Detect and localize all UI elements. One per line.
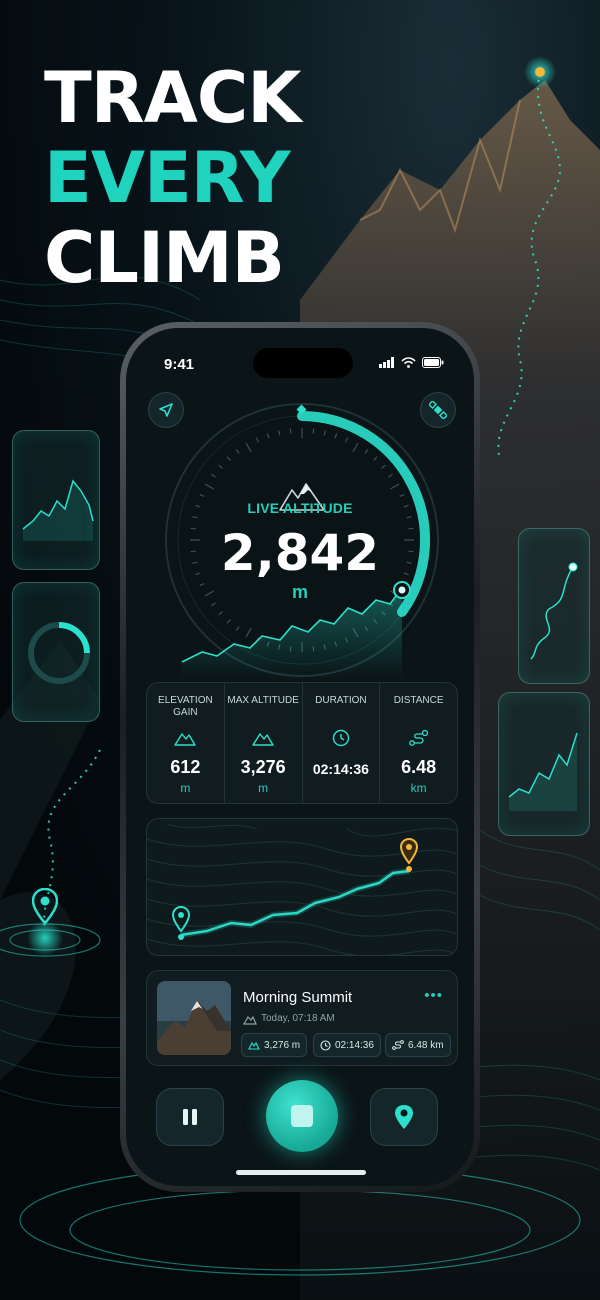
chip-duration: 02:14:36 [313,1033,381,1057]
altitude-label: LIVE ALTITUDE [247,500,353,516]
route-map[interactable] [146,818,458,956]
headline-line-2: EVERY [44,137,291,219]
stat-unit: m [258,781,269,795]
stat-value: 6.48 [401,757,437,777]
route-icon [408,729,428,746]
app-screen: 9:41 LIVE ALTITUDE 2,842 m ELEVATION GAI… [126,328,474,1186]
floating-elevation-card [498,692,590,836]
stat-title: MAX ALTITUDE [227,695,299,706]
stat-unit: m [180,781,191,795]
gauge-tick [289,428,292,434]
chip-altitude: 3,276 m [241,1033,308,1057]
stop-icon [291,1105,313,1127]
mountain-small-icon [243,1015,257,1025]
floating-ring-card [12,582,100,722]
stat-max-altitude: MAX ALTITUDE 3,276 m [225,683,303,803]
signal-icon [379,357,394,368]
activity-card[interactable]: Morning Summit ••• Today, 07:18 AM 3,276… [146,970,458,1066]
summit-pin-icon [399,837,419,872]
chip-distance-value: 6.48 km [408,1039,444,1051]
mountain-icon [248,1041,260,1050]
activity-title: Morning Summit [243,989,353,1006]
dynamic-island [253,348,353,378]
stat-title: DURATION [315,695,367,706]
status-bar: 9:41 [126,348,474,378]
home-indicator [236,1170,366,1175]
mountain-icon [174,733,197,746]
clock-icon [320,1039,331,1051]
activity-more-button[interactable]: ••• [424,987,443,1004]
phone-frame: 9:41 LIVE ALTITUDE 2,842 m ELEVATION GAI… [120,322,480,1192]
stat-value: 02:14:36 [312,761,369,777]
map-pin-icon [395,1105,413,1129]
activity-thumbnail [157,981,231,1055]
altitude-value: 2,842 [220,524,380,582]
activity-date: Today, 07:18 AM [261,1013,335,1024]
waypoint-button[interactable] [370,1088,438,1146]
headline-line-3: CLIMB [44,217,285,299]
gauge-tick [312,428,315,434]
stat-unit: km [410,781,427,795]
stop-button[interactable] [266,1080,338,1152]
status-time: 9:41 [164,356,195,373]
wifi-icon [401,357,416,368]
altitude-unit: m [291,582,308,602]
battery-icon [422,357,444,368]
chip-duration-value: 02:14:36 [335,1039,374,1051]
chip-distance: 6.48 km [385,1033,451,1057]
floating-route-card [518,528,590,684]
route-icon [392,1040,404,1050]
stat-value: 3,276 [240,757,286,777]
floating-chart-card [12,430,100,570]
headline: TRACK EVERY CLIMB [44,57,301,299]
pause-icon [183,1109,197,1125]
mountain-icon [252,733,274,746]
pause-button[interactable] [156,1088,224,1146]
stat-value: 612 [170,757,201,777]
stat-distance: DISTANCE 6.48 km [380,683,457,803]
clock-icon [332,729,350,747]
stat-duration: DURATION 02:14:36 [303,683,381,803]
headline-line-1: TRACK [44,57,301,139]
map-pin-icon [32,888,58,924]
route-map-graphic [147,823,457,955]
chip-altitude-value: 3,276 m [264,1039,301,1051]
stats-panel: ELEVATION GAIN 612 m MAX ALTITUDE 3,276 … [146,682,458,804]
stat-title: ELEVATION GAIN [158,695,213,718]
stat-title: DISTANCE [393,695,444,706]
stat-elevation-gain: ELEVATION GAIN 612 m [147,683,225,803]
